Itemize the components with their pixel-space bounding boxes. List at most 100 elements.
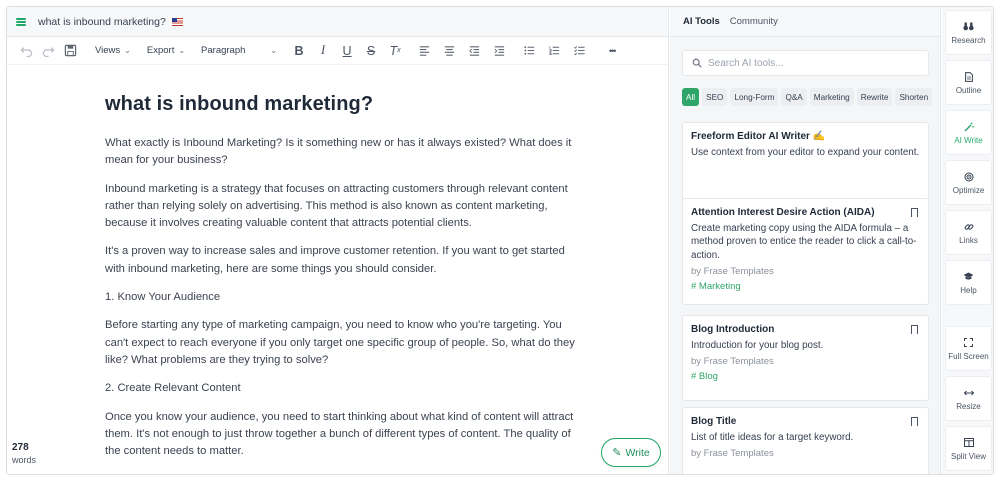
paragraph[interactable]: 1. Know Your Audience	[105, 289, 575, 306]
rail-links[interactable]: Links	[945, 210, 992, 255]
rail-label: Links	[959, 235, 978, 245]
paragraph[interactable]: It's a proven way to increase sales and …	[105, 243, 575, 278]
bookmark-icon[interactable]	[911, 417, 918, 428]
paragraph-label: Paragraph	[201, 45, 246, 56]
views-dropdown[interactable]: Views ⌄	[95, 45, 131, 56]
save-icon[interactable]	[59, 40, 81, 62]
link-icon	[964, 221, 974, 233]
more-icon[interactable]: •••	[602, 40, 622, 62]
bullet-list-icon[interactable]	[518, 40, 540, 62]
card-description: Use context from your editor to expand y…	[691, 147, 920, 158]
indent-icon[interactable]	[488, 40, 510, 62]
rail-resize[interactable]: Resize	[945, 376, 992, 421]
chevron-down-icon: ⌄	[124, 46, 131, 55]
search-input[interactable]	[708, 57, 908, 69]
rail-split-view[interactable]: Split View	[945, 426, 992, 471]
align-left-icon[interactable]	[413, 40, 435, 62]
rail-research[interactable]: Research	[945, 10, 992, 55]
chip-shorten[interactable]: Shorten	[895, 88, 933, 106]
rail-label: Resize	[956, 401, 981, 411]
chevron-down-icon: ⌄	[178, 46, 186, 55]
tool-card[interactable]: Freeform Editor AI Writer ✍️ Use context…	[682, 122, 929, 202]
wand-icon: ✎	[612, 447, 622, 459]
menu-icon[interactable]	[16, 17, 26, 26]
checklist-icon[interactable]	[568, 40, 590, 62]
card-title-text: Attention Interest Desire Action (AIDA)	[691, 207, 875, 218]
chip-rewrite[interactable]: Rewrite	[856, 88, 893, 106]
export-label: Export	[146, 45, 175, 56]
split-view-icon	[963, 437, 974, 449]
editor-pane: what is inbound marketing? Views ⌄ Export…	[7, 7, 669, 474]
rail-help[interactable]: Help	[945, 260, 992, 305]
bookmark-icon[interactable]	[911, 208, 918, 219]
rail-label: Research	[951, 35, 986, 45]
tool-card[interactable]: Blog Introduction Introduction for your …	[682, 315, 929, 401]
rail-label: Optimize	[952, 185, 985, 195]
undo-icon[interactable]	[15, 40, 37, 62]
target-icon	[964, 171, 974, 183]
card-description: Create marketing copy using the AIDA for…	[691, 223, 917, 261]
redo-icon[interactable]	[37, 40, 59, 62]
card-title-text: Blog Introduction	[691, 324, 775, 335]
card-title: Freeform Editor AI Writer ✍️	[691, 131, 920, 142]
word-count-value: 278	[12, 442, 29, 453]
tab-ai-tools[interactable]: AI Tools	[683, 16, 720, 27]
paragraph[interactable]: 2. Create Relevant Content	[105, 380, 575, 397]
chip-marketing[interactable]: Marketing	[809, 88, 854, 106]
rail-label: Outline	[955, 85, 982, 95]
card-description: Introduction for your blog post.	[691, 340, 824, 351]
paragraph-dropdown[interactable]: Paragraph ⌄	[201, 45, 277, 56]
bookmark-icon[interactable]	[911, 325, 918, 336]
card-author: by Frase Templates	[691, 265, 774, 277]
strikethrough-icon[interactable]: S	[361, 40, 381, 62]
rail-full-screen[interactable]: Full Screen	[945, 326, 992, 371]
card-tag[interactable]: # Marketing	[691, 281, 920, 292]
document-heading[interactable]: what is inbound marketing?	[105, 93, 575, 116]
rail-optimize[interactable]: Optimize	[945, 160, 992, 205]
views-label: Views	[95, 45, 121, 56]
rail-ai-write[interactable]: AI Write	[945, 110, 992, 155]
chip-all[interactable]: All	[682, 88, 700, 106]
bold-icon[interactable]: B	[289, 40, 309, 62]
word-count: 278 words	[12, 442, 36, 465]
italic-icon[interactable]: I	[313, 40, 333, 62]
paragraph[interactable]: Before starting any type of marketing ca…	[105, 317, 575, 369]
app-window: what is inbound marketing? Views ⌄ Export…	[6, 6, 994, 475]
tool-card[interactable]: Attention Interest Desire Action (AIDA) …	[682, 198, 929, 305]
clear-format-icon[interactable]: Tx	[385, 40, 405, 62]
outdent-icon[interactable]	[463, 40, 485, 62]
rail-label: Help	[960, 285, 977, 295]
search-box[interactable]	[682, 50, 929, 76]
panel-tabs: AI Tools Community	[670, 7, 940, 37]
rail-label: Full Screen	[948, 351, 989, 361]
word-count-label: words	[12, 455, 37, 465]
tool-card[interactable]: Blog Title List of title ideas for a tar…	[682, 407, 929, 474]
write-button[interactable]: ✎ Write	[601, 438, 661, 467]
graduation-cap-icon	[963, 271, 974, 283]
card-description: List of title ideas for a target keyword…	[691, 432, 854, 443]
category-filters: All SEO Long-Form Q&A Marketing Rewrite …	[682, 88, 935, 106]
rail-label: AI Write	[954, 135, 983, 145]
resize-arrows-icon	[963, 387, 974, 399]
document-title[interactable]: what is inbound marketing?	[38, 16, 166, 28]
editor-content[interactable]: what is inbound marketing? What exactly …	[105, 93, 575, 471]
export-dropdown[interactable]: Export ⌄	[147, 45, 185, 56]
underline-icon[interactable]: U	[337, 40, 357, 62]
paragraph[interactable]: What exactly is Inbound Marketing? Is it…	[105, 135, 575, 170]
us-flag-icon[interactable]	[171, 17, 183, 26]
card-tag[interactable]: # Blog	[691, 371, 920, 382]
numbered-list-icon[interactable]	[543, 40, 565, 62]
binoculars-icon	[963, 21, 974, 33]
write-button-label: Write	[625, 446, 650, 459]
paragraph[interactable]: Inbound marketing is a strategy that foc…	[105, 181, 575, 233]
chip-qa[interactable]: Q&A	[781, 88, 807, 106]
card-title-text: Blog Title	[691, 416, 737, 427]
rail-outline[interactable]: Outline	[945, 60, 992, 105]
title-bar: what is inbound marketing?	[7, 7, 668, 37]
chevron-down-icon: ⌄	[270, 46, 278, 55]
chip-seo[interactable]: SEO	[702, 88, 728, 106]
tab-community[interactable]: Community	[730, 16, 778, 27]
chip-long-form[interactable]: Long-Form	[730, 88, 779, 106]
paragraph[interactable]: Once you know your audience, you need to…	[105, 409, 575, 461]
align-center-icon[interactable]	[438, 40, 460, 62]
